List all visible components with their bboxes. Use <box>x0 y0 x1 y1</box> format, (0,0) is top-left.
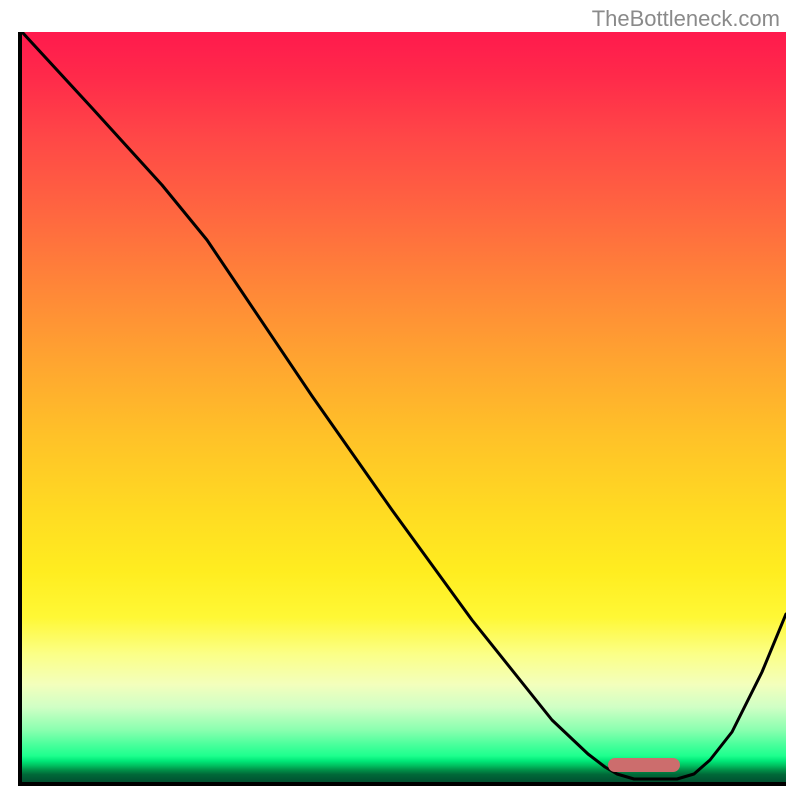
optimal-zone-marker <box>608 758 680 772</box>
plot-area <box>18 32 786 786</box>
bottleneck-curve <box>22 32 786 782</box>
watermark-text: TheBottleneck.com <box>592 6 780 32</box>
